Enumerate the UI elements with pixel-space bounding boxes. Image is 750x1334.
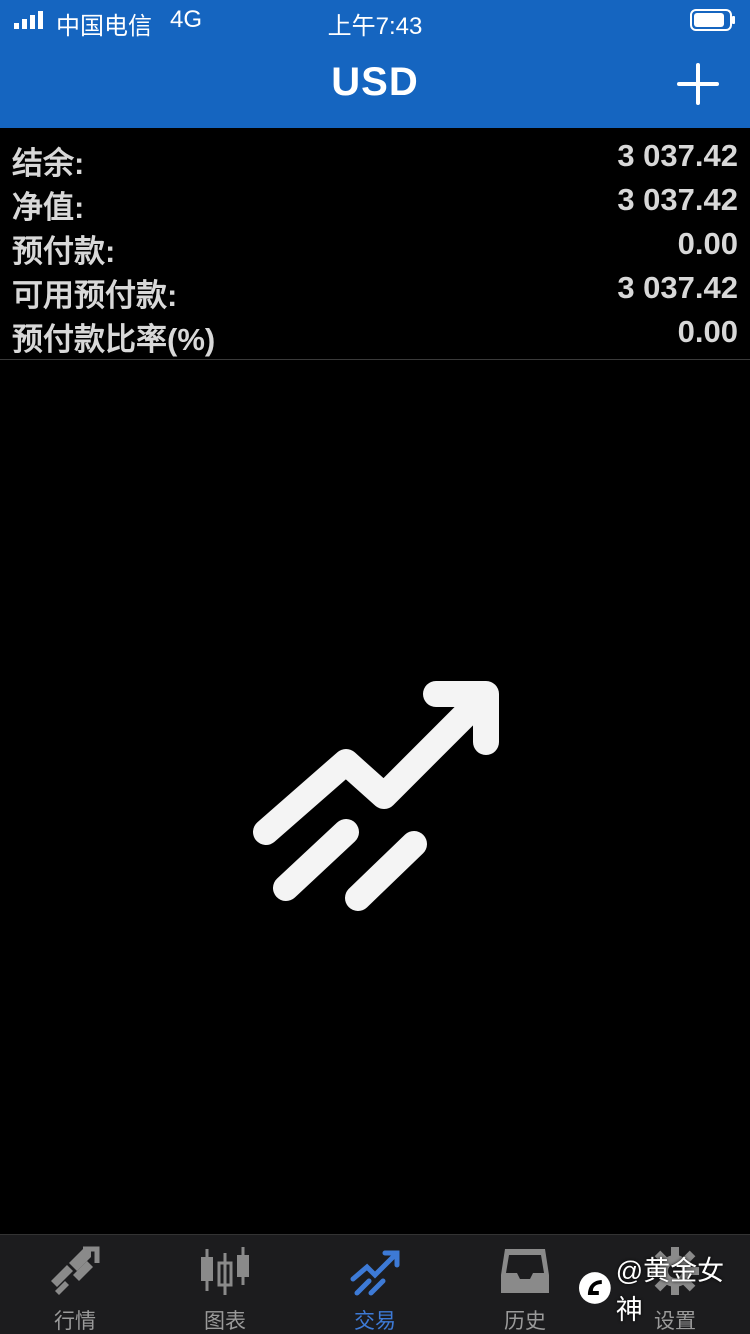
- balance-row: 结余: 3 037.42: [0, 134, 750, 181]
- tab-history-label: 历史: [504, 1310, 546, 1333]
- tab-quotes[interactable]: 行情: [0, 1235, 150, 1334]
- watermark-text: @黄金女神: [615, 1256, 725, 1325]
- margin-label: 预付款:: [12, 234, 116, 269]
- status-time: 上午7:43: [327, 13, 423, 40]
- account-summary: 结余: 3 037.42 净值: 3 037.42 预付款: 0.00 可用预付…: [0, 128, 750, 360]
- candlestick-icon: [201, 1247, 249, 1295]
- tab-quotes-label: 行情: [54, 1310, 96, 1333]
- tab-trade[interactable]: 交易: [300, 1235, 450, 1334]
- equity-label: 净值:: [12, 190, 85, 225]
- tab-trade-label: 交易: [354, 1310, 396, 1333]
- equity-value: 3 037.42: [617, 182, 738, 217]
- trade-icon: [350, 1250, 400, 1296]
- battery-icon: [690, 9, 735, 31]
- plus-icon[interactable]: [676, 62, 720, 106]
- margin-level-row: 预付款比率(%) 0.00: [0, 310, 750, 357]
- trade-arrow-icon: [253, 681, 499, 911]
- margin-level-value: 0.00: [677, 314, 738, 349]
- tab-charts[interactable]: 图表: [150, 1235, 300, 1334]
- status-bar: 中国电信 4G 上午7:43: [0, 0, 750, 40]
- free-margin-row: 可用预付款: 3 037.42: [0, 266, 750, 313]
- weibo-logo-icon: [578, 1272, 611, 1304]
- nav-bar: USD: [0, 40, 750, 128]
- quotes-icon: [51, 1246, 100, 1295]
- history-inbox-icon: [501, 1249, 549, 1293]
- free-margin-label: 可用预付款:: [12, 278, 178, 313]
- margin-value: 0.00: [677, 226, 738, 261]
- page-title: USD: [331, 60, 419, 104]
- equity-row: 净值: 3 037.42: [0, 178, 750, 225]
- balance-value: 3 037.42: [617, 138, 738, 173]
- margin-level-label: 预付款比率(%): [12, 322, 216, 357]
- watermark: @黄金女神: [578, 1256, 750, 1325]
- tab-charts-label: 图表: [204, 1310, 246, 1333]
- free-margin-value: 3 037.42: [617, 270, 738, 305]
- margin-row: 预付款: 0.00: [0, 222, 750, 269]
- balance-label: 结余:: [12, 146, 85, 181]
